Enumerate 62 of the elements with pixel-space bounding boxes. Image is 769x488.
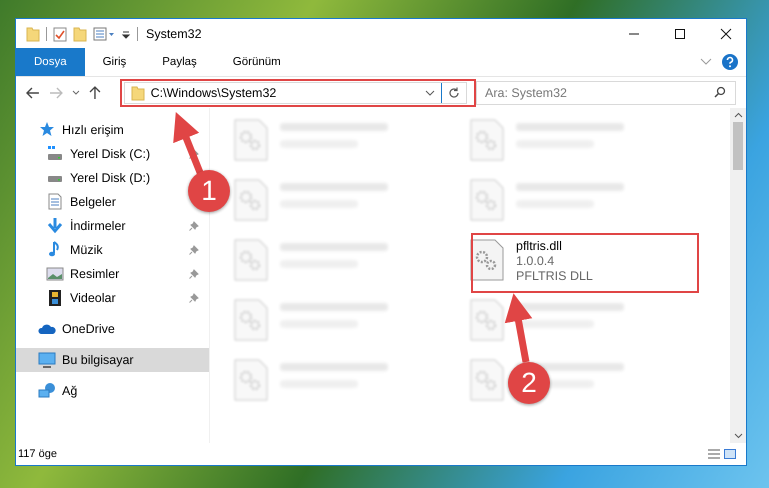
folder-icon[interactable] xyxy=(73,26,87,42)
drive-icon xyxy=(46,145,64,163)
sidebar-item[interactable]: Resimler xyxy=(70,267,120,281)
star-icon xyxy=(38,121,56,139)
scrollbar[interactable] xyxy=(730,108,746,443)
ribbon-tab[interactable]: Paylaş xyxy=(144,48,215,76)
cloud-icon xyxy=(38,323,56,335)
ribbon-tab[interactable]: Giriş xyxy=(84,48,144,76)
item-count: 117 öge xyxy=(18,448,57,460)
file-type: PFLTRIS DLL xyxy=(516,269,593,284)
sidebar-item[interactable]: Hızlı erişim xyxy=(62,123,124,137)
chevron-down-icon[interactable] xyxy=(72,90,80,96)
file-version: 1.0.0.4 xyxy=(516,254,556,269)
search-icon xyxy=(714,86,726,98)
address-path: C:\Windows\System32 xyxy=(150,86,278,100)
refresh-icon[interactable] xyxy=(448,86,460,98)
sidebar-item[interactable]: Yerel Disk (C:) xyxy=(70,147,150,161)
ribbon-tab[interactable]: Görünüm xyxy=(214,48,299,76)
help-icon[interactable] xyxy=(722,54,738,70)
address-bar[interactable]: C:\Windows\System32 xyxy=(124,82,467,104)
ribbon-tab[interactable]: Dosya xyxy=(16,48,85,76)
network-icon xyxy=(38,382,56,400)
sidebar-item[interactable]: OneDrive xyxy=(62,322,115,336)
up-arrow-icon[interactable] xyxy=(88,86,101,100)
sidebar-item[interactable]: Ağ xyxy=(62,384,78,398)
sidebar-label: Bu bilgisayar xyxy=(62,353,134,367)
monitor-icon xyxy=(38,352,56,368)
search-field[interactable]: Ara: System32 xyxy=(476,80,736,104)
scroll-thumb[interactable] xyxy=(733,122,743,170)
scroll-down-icon[interactable] xyxy=(734,433,742,439)
maximize-icon[interactable] xyxy=(674,28,686,40)
pin-icon[interactable] xyxy=(189,293,199,303)
forward-arrow-icon[interactable] xyxy=(48,86,63,98)
document-icon xyxy=(48,193,62,211)
file-name: pfltris.dll xyxy=(516,239,563,254)
pin-icon[interactable] xyxy=(189,245,199,255)
sidebar-item[interactable]: Bu bilgisayar xyxy=(16,348,209,372)
scroll-up-icon[interactable] xyxy=(734,112,742,118)
sidebar-item[interactable]: Belgeler xyxy=(70,195,116,209)
pointer-arrow xyxy=(504,293,532,363)
tiles-view-icon[interactable] xyxy=(724,449,736,459)
drive-icon xyxy=(47,174,63,182)
sidebar-item[interactable]: Yerel Disk (D:) xyxy=(70,171,150,185)
sidebar-item[interactable]: İndirmeler xyxy=(70,219,126,233)
details-view-icon[interactable] xyxy=(708,449,720,459)
folder-icon xyxy=(130,84,145,100)
sidebar-item[interactable]: Videolar xyxy=(70,291,116,305)
film-strip-icon xyxy=(48,289,62,307)
pin-icon[interactable] xyxy=(189,149,199,159)
checklist-icon[interactable] xyxy=(53,26,67,42)
pin-icon[interactable] xyxy=(189,269,199,279)
pin-icon[interactable] xyxy=(189,221,199,231)
close-icon[interactable] xyxy=(720,28,732,40)
picture-icon xyxy=(46,267,64,281)
window-title: System32 xyxy=(146,26,202,40)
gear-file-icon[interactable] xyxy=(470,239,504,281)
download-arrow-icon xyxy=(46,217,64,235)
properties-icon[interactable] xyxy=(93,26,115,42)
folder-icon[interactable] xyxy=(26,26,40,42)
back-arrow-icon[interactable] xyxy=(26,86,40,98)
chevron-down-icon[interactable] xyxy=(425,90,435,96)
sidebar-item[interactable]: Müzik xyxy=(70,243,103,257)
